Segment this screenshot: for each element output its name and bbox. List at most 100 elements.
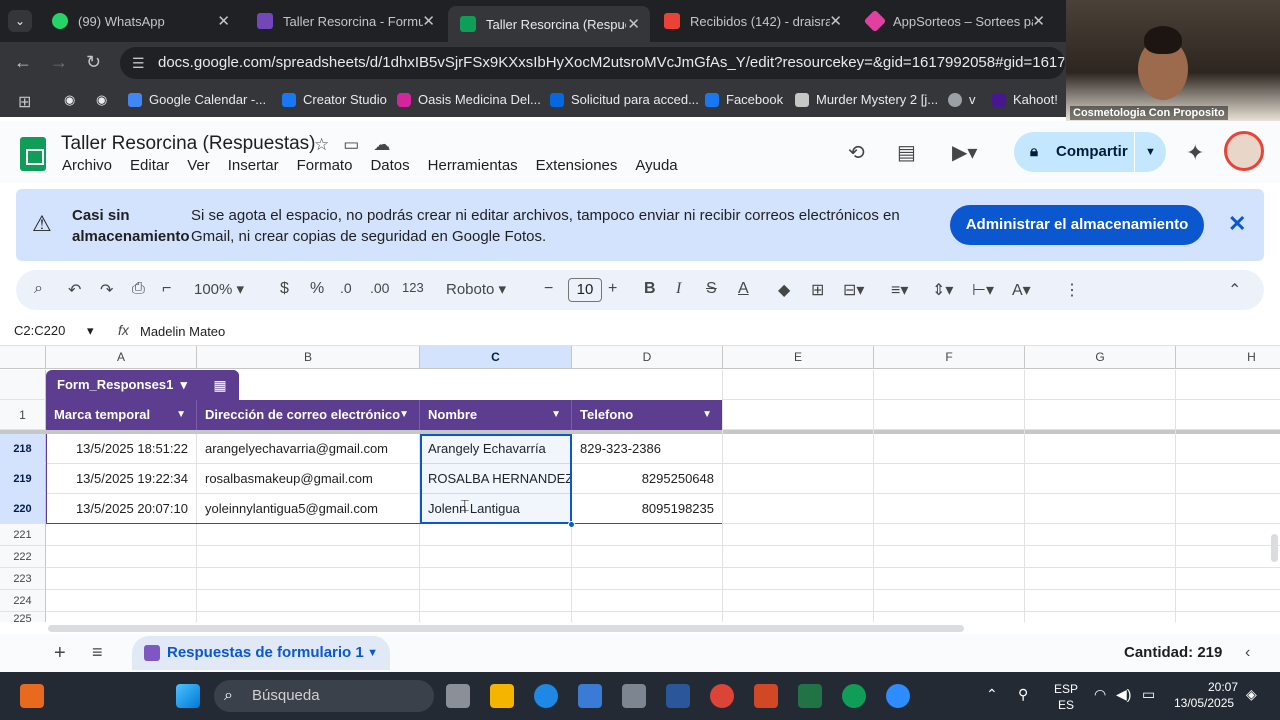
italic-icon[interactable]: I	[676, 280, 681, 298]
meet-icon[interactable]: ▶▾	[952, 140, 977, 165]
document-title[interactable]: Taller Resorcina (Respuestas)	[61, 133, 316, 155]
increase-font-size-icon[interactable]: +	[608, 280, 617, 298]
site-info-icon[interactable]: ☰	[132, 47, 145, 79]
close-icon[interactable]: ✕	[627, 15, 640, 33]
bookmark-v[interactable]: v	[948, 92, 976, 107]
collapse-menu-icon[interactable]: ⌃	[1228, 280, 1241, 300]
clock-time[interactable]: 20:07	[1208, 680, 1238, 694]
tab-search-button[interactable]: ⌄	[8, 10, 32, 32]
bookmark-murder-mystery[interactable]: Murder Mystery 2 [j...	[795, 92, 938, 107]
tab-appsorteos[interactable]: AppSorteos – Sortees para ✕	[855, 6, 1055, 36]
globe-icon[interactable]: ◉	[96, 92, 107, 108]
close-icon[interactable]: ✕	[422, 12, 435, 30]
text-wrap-icon[interactable]: ⊢▾	[972, 280, 994, 300]
move-folder-icon[interactable]: ▭	[343, 135, 373, 154]
vertical-scrollbar[interactable]	[1268, 346, 1280, 622]
history-icon[interactable]: ⟲	[848, 140, 865, 165]
undo-icon[interactable]: ↶	[68, 280, 81, 300]
menu-ayuda[interactable]: Ayuda	[635, 157, 677, 174]
menu-herramientas[interactable]: Herramientas	[428, 157, 518, 174]
close-icon[interactable]: ✕	[829, 12, 842, 30]
notification-icon[interactable]: ◈	[1246, 686, 1257, 703]
zoom-select[interactable]: 100% ▾	[194, 280, 244, 298]
more-formats-button[interactable]: 123	[402, 280, 424, 295]
powerpoint-icon[interactable]	[754, 684, 778, 708]
selection-count[interactable]: Cantidad: 219	[1124, 644, 1222, 661]
app-icon[interactable]	[622, 684, 646, 708]
clock-date[interactable]: 13/05/2025	[1174, 696, 1234, 710]
globe-icon[interactable]: ◉	[64, 92, 75, 108]
menu-ver[interactable]: Ver	[187, 157, 210, 174]
chrome-icon[interactable]	[710, 684, 734, 708]
borders-icon[interactable]: ⊞	[811, 280, 824, 300]
font-size-input[interactable]: 10	[568, 278, 602, 302]
name-box[interactable]: C2:C220 ▾	[14, 323, 94, 339]
redo-icon[interactable]: ↷	[100, 280, 113, 300]
excel-icon[interactable]	[798, 684, 822, 708]
close-icon[interactable]: ✕	[1228, 211, 1246, 237]
text-color-icon[interactable]: A	[738, 280, 749, 298]
forward-icon[interactable]: →	[50, 52, 68, 73]
tab-forms[interactable]: Taller Resorcina - Formulario ✕	[245, 6, 445, 36]
menu-formato[interactable]: Formato	[297, 157, 353, 174]
fill-color-icon[interactable]: ◆	[778, 280, 790, 300]
strikethrough-icon[interactable]: S	[706, 280, 717, 298]
chevron-down-icon[interactable]: ▼	[367, 636, 378, 670]
vertical-align-icon[interactable]: ⇕▾	[932, 280, 953, 300]
language-indicator[interactable]: ESP	[1054, 682, 1078, 696]
increase-decimals-button[interactable]: .00	[370, 280, 389, 296]
cloud-status-icon[interactable]: ☁	[373, 135, 404, 154]
more-options-icon[interactable]: ⋮	[1064, 280, 1080, 300]
keyboard-layout[interactable]: ES	[1058, 698, 1074, 712]
word-icon[interactable]	[666, 684, 690, 708]
menu-insertar[interactable]: Insertar	[228, 157, 279, 174]
fill-handle[interactable]	[568, 521, 575, 528]
search-icon[interactable]: ⌕	[34, 280, 43, 298]
windows-start-icon[interactable]	[176, 684, 200, 708]
wifi-icon[interactable]: ◠	[1094, 686, 1106, 703]
all-sheets-icon[interactable]: ≡	[92, 642, 103, 663]
bookmark-solicitud[interactable]: Solicitud para acced...	[550, 92, 699, 107]
avatar[interactable]	[1224, 131, 1264, 171]
percent-format-button[interactable]: %	[310, 280, 324, 298]
bookmark-kahoot[interactable]: Kahoot!	[992, 92, 1058, 107]
star-icon[interactable]: ☆	[314, 135, 343, 154]
chevron-up-icon[interactable]: ⌃	[986, 686, 998, 703]
print-icon[interactable]: ⎙	[132, 280, 145, 298]
edge-icon[interactable]	[534, 684, 558, 708]
menu-extensiones[interactable]: Extensiones	[536, 157, 618, 174]
share-button[interactable]: 🔒︎ Compartir ▼	[1014, 132, 1166, 172]
manage-storage-button[interactable]: Administrar el almacenamiento	[950, 205, 1204, 245]
comments-icon[interactable]: ▤	[897, 140, 916, 165]
chevron-left-icon[interactable]: ‹	[1245, 644, 1250, 662]
sheets-logo-icon[interactable]	[20, 137, 46, 171]
reload-icon[interactable]: ↻	[86, 52, 101, 73]
volume-icon[interactable]: ◀)	[1116, 686, 1131, 703]
formula-input[interactable]: Madelin Mateo	[140, 324, 225, 339]
bookmark-creator-studio[interactable]: Creator Studio	[282, 92, 387, 107]
share-dropdown-icon[interactable]: ▼	[1134, 132, 1166, 172]
sheet-tab-active[interactable]: Respuestas de formulario 1 ▼	[132, 636, 390, 670]
tab-gmail[interactable]: Recibidos (142) - draisraelmat ✕	[652, 6, 852, 36]
bookmark-oasis[interactable]: Oasis Medicina Del...	[397, 92, 541, 107]
apps-grid-icon[interactable]: ⊞	[18, 92, 31, 112]
back-icon[interactable]: ←	[14, 52, 32, 73]
font-select[interactable]: Roboto ▾	[446, 280, 506, 298]
store-icon[interactable]	[578, 684, 602, 708]
scrollbar-thumb[interactable]	[48, 625, 964, 632]
text-rotation-icon[interactable]: A▾	[1012, 280, 1031, 300]
menu-datos[interactable]: Datos	[370, 157, 409, 174]
task-view-icon[interactable]	[446, 684, 470, 708]
decrease-decimals-button[interactable]: .0	[340, 280, 352, 296]
scrollbar-thumb[interactable]	[1271, 534, 1278, 562]
bookmark-facebook[interactable]: Facebook	[705, 92, 783, 107]
close-icon[interactable]: ✕	[1032, 12, 1045, 30]
chrome-icon[interactable]	[842, 684, 866, 708]
network-icon[interactable]: ⚲	[1018, 686, 1028, 703]
tab-sheets-active[interactable]: Taller Resorcina (Respuestas) ✕	[448, 6, 650, 42]
paint-format-icon[interactable]: ⌐	[162, 280, 171, 298]
battery-icon[interactable]: ▭	[1142, 686, 1155, 703]
bookmark-google-calendar[interactable]: Google Calendar -...	[128, 92, 266, 107]
zoom-icon[interactable]	[886, 684, 910, 708]
app-icon[interactable]	[20, 684, 44, 708]
